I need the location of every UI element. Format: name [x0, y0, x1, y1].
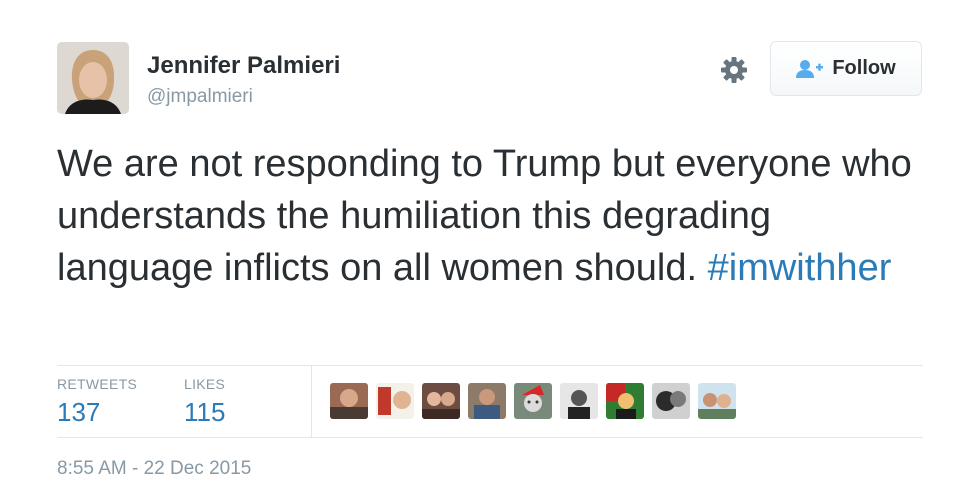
liker-avatar[interactable] — [376, 383, 414, 419]
tweet-text: We are not responding to Trump but every… — [57, 138, 937, 294]
divider-top — [57, 365, 923, 366]
follow-label: Follow — [832, 57, 896, 79]
author-handle[interactable]: @jmpalmieri — [147, 86, 253, 108]
tweet-timestamp[interactable]: 8:55 AM - 22 Dec 2015 — [57, 458, 251, 480]
liker-avatar[interactable] — [514, 383, 552, 419]
avatar[interactable] — [57, 42, 129, 114]
stats-divider — [311, 366, 312, 437]
liker-avatar[interactable] — [698, 383, 736, 419]
liker-avatar[interactable] — [606, 383, 644, 419]
avatar-photo — [57, 42, 129, 114]
gear-icon[interactable] — [718, 54, 750, 86]
liker-avatar[interactable] — [652, 383, 690, 419]
divider-bottom — [57, 437, 923, 438]
likes-count[interactable]: 115 — [184, 397, 225, 428]
hashtag-link[interactable]: #imwithher — [708, 247, 892, 289]
liker-avatar[interactable] — [468, 383, 506, 419]
retweets-count[interactable]: 137 — [57, 397, 100, 428]
liker-avatar[interactable] — [560, 383, 598, 419]
liker-avatar[interactable] — [330, 383, 368, 419]
liker-avatar[interactable] — [422, 383, 460, 419]
likes-label: LIKES — [184, 376, 226, 392]
follow-button[interactable]: Follow — [770, 41, 922, 96]
add-user-icon — [796, 59, 824, 78]
author-name[interactable]: Jennifer Palmieri — [147, 52, 340, 80]
likers-avatars — [330, 383, 736, 419]
retweets-label: RETWEETS — [57, 376, 138, 392]
